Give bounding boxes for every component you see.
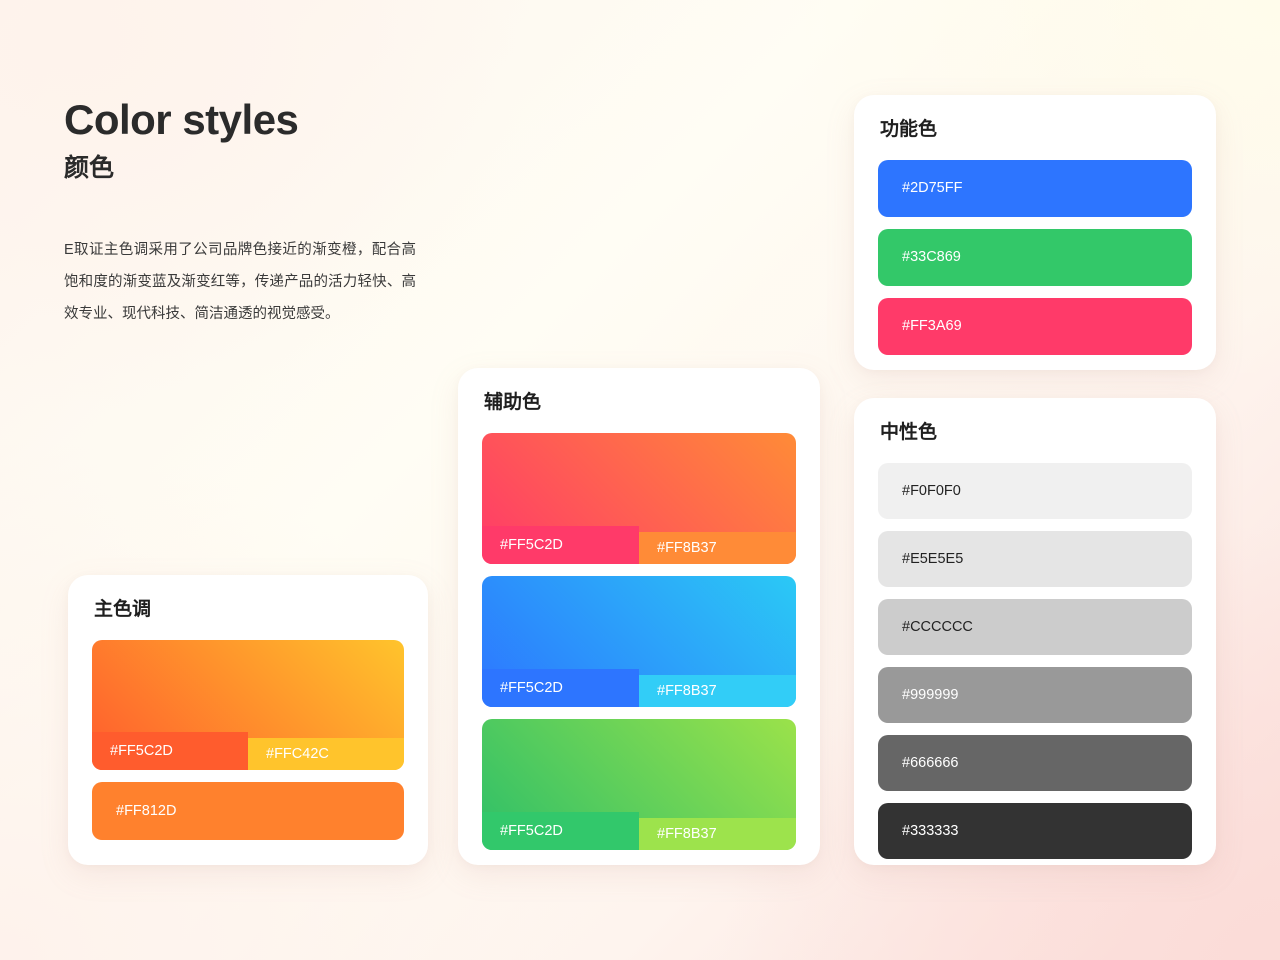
functional-swatch-label: #33C869 xyxy=(902,249,961,266)
neutral-swatch-label: #666666 xyxy=(902,754,959,771)
functional-swatch-list: #2D75FF #33C869 #FF3A69 xyxy=(878,159,1192,355)
primary-solid-label: #FF812D xyxy=(116,802,177,819)
functional-color-card: 功能色 #2D75FF #33C869 #FF3A69 xyxy=(854,95,1216,370)
auxiliary-swatch-right-label: #FF8B37 xyxy=(639,531,796,564)
auxiliary-swatch-right-label: #FF8B37 xyxy=(639,817,796,850)
neutral-swatch-label: #E5E5E5 xyxy=(902,550,964,567)
primary-gradient-labels: #FF5C2D #FFC42C xyxy=(92,731,404,770)
functional-card-title: 功能色 xyxy=(880,119,938,140)
neutral-color-swatch[interactable]: #F0F0F0 xyxy=(878,462,1192,519)
functional-color-swatch[interactable]: #33C869 xyxy=(878,228,1192,286)
auxiliary-swatch-list: #FF5C2D #FF8B37 #FF5C2D #FF8B37 #FF5C2D #FF8B… xyxy=(482,432,796,850)
primary-solid-swatch[interactable]: #FF812D xyxy=(92,781,404,840)
auxiliary-swatch-left-label: #FF5C2D xyxy=(482,525,639,564)
auxiliary-color-card: 辅助色 #FF5C2D #FF8B37 #FF5C2D #FF8B37 #FF5C2D #… xyxy=(458,368,820,865)
auxiliary-swatch-left-label: #FF5C2D xyxy=(482,668,639,707)
intro-block: Color styles 颜色 E取证主色调采用了公司品牌色接近的渐变橙，配合高… xyxy=(64,96,444,331)
neutral-color-swatch[interactable]: #666666 xyxy=(878,734,1192,791)
primary-gradient-right-label: #FFC42C xyxy=(248,737,404,770)
neutral-swatch-list: #F0F0F0 #E5E5E5 #CCCCCC #999999 #666666 #3333… xyxy=(878,462,1192,859)
auxiliary-card-title: 辅助色 xyxy=(484,392,542,413)
primary-gradient-left-label: #FF5C2D xyxy=(92,731,248,770)
primary-gradient-swatch[interactable]: #FF5C2D #FFC42C xyxy=(92,639,404,770)
neutral-card-title: 中性色 xyxy=(880,422,938,443)
auxiliary-gradient-swatch[interactable]: #FF5C2D #FF8B37 xyxy=(482,432,796,564)
auxiliary-swatch-labels: #FF5C2D #FF8B37 xyxy=(482,668,796,707)
auxiliary-gradient-swatch[interactable]: #FF5C2D #FF8B37 xyxy=(482,718,796,850)
functional-swatch-label: #2D75FF xyxy=(902,180,963,197)
neutral-swatch-label: #CCCCCC xyxy=(902,618,973,635)
color-styles-page: Color styles 颜色 E取证主色调采用了公司品牌色接近的渐变橙，配合高… xyxy=(0,0,1280,960)
page-title: Color styles xyxy=(64,96,299,143)
neutral-swatch-label: #333333 xyxy=(902,822,959,839)
neutral-swatch-label: #F0F0F0 xyxy=(902,482,961,499)
neutral-color-swatch[interactable]: #999999 xyxy=(878,666,1192,723)
page-subtitle: 颜色 xyxy=(64,154,115,183)
neutral-swatch-label: #999999 xyxy=(902,686,959,703)
auxiliary-swatch-left-label: #FF5C2D xyxy=(482,811,639,850)
functional-color-swatch[interactable]: #FF3A69 xyxy=(878,297,1192,355)
auxiliary-swatch-labels: #FF5C2D #FF8B37 xyxy=(482,811,796,850)
auxiliary-gradient-swatch[interactable]: #FF5C2D #FF8B37 xyxy=(482,575,796,707)
auxiliary-swatch-labels: #FF5C2D #FF8B37 xyxy=(482,525,796,564)
primary-card-title: 主色调 xyxy=(94,599,152,620)
functional-swatch-label: #FF3A69 xyxy=(902,318,962,335)
primary-color-card: 主色调 #FF5C2D #FFC42C #FF812D xyxy=(68,575,428,865)
intro-description: E取证主色调采用了公司品牌色接近的渐变橙，配合高饱和度的渐变蓝及渐变红等，传递产… xyxy=(64,242,416,322)
auxiliary-swatch-right-label: #FF8B37 xyxy=(639,674,796,707)
neutral-color-swatch[interactable]: #E5E5E5 xyxy=(878,530,1192,587)
neutral-color-swatch[interactable]: #CCCCCC xyxy=(878,598,1192,655)
neutral-color-card: 中性色 #F0F0F0 #E5E5E5 #CCCCCC #999999 #666666 #… xyxy=(854,398,1216,865)
functional-color-swatch[interactable]: #2D75FF xyxy=(878,159,1192,217)
neutral-color-swatch[interactable]: #333333 xyxy=(878,802,1192,859)
